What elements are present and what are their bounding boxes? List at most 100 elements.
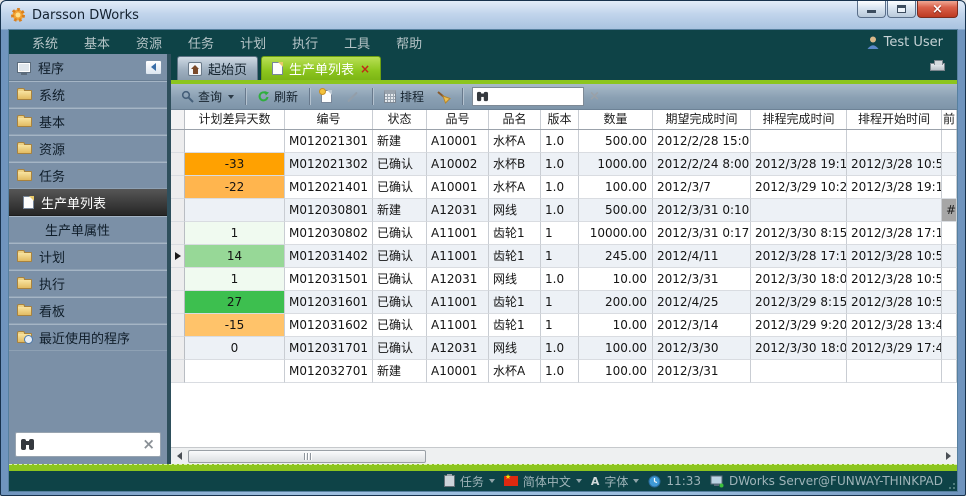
table-row[interactable]: 0M012031701已确认A12031网线1.0100.002012/3/30… xyxy=(171,337,957,360)
font-icon: A xyxy=(591,475,600,488)
table-row[interactable]: -33M012021302已确认A10002水杯B1.01000.002012/… xyxy=(171,153,957,176)
column-header[interactable]: 期望完成时间 xyxy=(653,110,751,129)
cell-status: 已确认 xyxy=(373,337,427,360)
cell-order_no: M012021401 xyxy=(285,176,373,199)
table-row[interactable]: 27M012031601已确认A11001齿轮11200.002012/4/25… xyxy=(171,291,957,314)
server-indicator: DWorks Server@FUNWAY-THINKPAD xyxy=(710,474,943,488)
table-row[interactable]: 1M012030802已确认A11001齿轮1110000.002012/3/3… xyxy=(171,222,957,245)
schedule-button[interactable]: 排程 xyxy=(380,86,428,107)
menu-item[interactable]: 帮助 xyxy=(383,33,435,52)
sidebar-item[interactable]: 最近使用的程序 xyxy=(9,324,167,351)
table-row[interactable]: M012032701新建A10001水杯A1.0100.002012/3/31 xyxy=(171,360,957,383)
sidebar-item[interactable]: 计划 xyxy=(9,243,167,270)
new-document-icon xyxy=(321,90,332,103)
clean-button[interactable] xyxy=(432,88,455,106)
sidebar-item[interactable]: 生产单属性 xyxy=(9,216,167,243)
sidebar-item[interactable]: 生产单列表 xyxy=(9,189,167,216)
sidebar-item[interactable]: 资源 xyxy=(9,135,167,162)
column-header[interactable]: 数量 xyxy=(579,110,653,129)
column-header[interactable]: 排程完成时间 xyxy=(751,110,847,129)
edit-button[interactable] xyxy=(340,94,365,100)
task-menu[interactable]: 任务 xyxy=(444,473,495,490)
sidebar-item[interactable]: 执行 xyxy=(9,270,167,297)
title-bar[interactable]: Darsson DWorks × xyxy=(1,1,965,30)
sidebar-item[interactable]: 任务 xyxy=(9,162,167,189)
selector-column-header[interactable] xyxy=(171,110,185,129)
column-header[interactable]: 状态 xyxy=(373,110,427,129)
toolbar-separator xyxy=(309,88,310,105)
language-menu[interactable]: 简体中文 xyxy=(504,473,582,490)
clear-icon[interactable]: × xyxy=(142,438,155,451)
refresh-button[interactable]: 刷新 xyxy=(253,86,302,107)
sidebar: 程序 系统基本资源任务生产单列表生产单属性计划执行看板最近使用的程序 × xyxy=(9,54,167,464)
task-icon xyxy=(444,475,455,487)
scrollbar-thumb[interactable] xyxy=(188,450,426,463)
column-header[interactable]: 前 xyxy=(942,110,957,129)
menu-item[interactable]: 资源 xyxy=(123,33,175,52)
minimize-button[interactable] xyxy=(857,1,886,18)
toolbar-search-box[interactable] xyxy=(472,87,584,106)
menu-item[interactable]: 任务 xyxy=(175,33,227,52)
tab-start-page[interactable]: 起始页 xyxy=(177,56,258,80)
table-row[interactable]: M012030801新建A12031网线1.0500.002012/3/31 0… xyxy=(171,199,957,222)
new-button[interactable] xyxy=(317,88,336,105)
cell-due_time: 2012/3/31 0:10 xyxy=(653,199,751,222)
cell-item_no: A12031 xyxy=(427,337,489,360)
sidebar-item[interactable]: 基本 xyxy=(9,108,167,135)
sidebar-item[interactable]: 看板 xyxy=(9,297,167,324)
column-header[interactable]: 品名 xyxy=(489,110,541,129)
resize-grip[interactable] xyxy=(947,481,955,489)
sidebar-item-label: 看板 xyxy=(39,301,65,320)
bottom-splitter[interactable] xyxy=(9,464,957,471)
column-header[interactable]: 品号 xyxy=(427,110,489,129)
table-row[interactable]: -22M012021401已确认A10001水杯A1.0100.002012/3… xyxy=(171,176,957,199)
printer-icon[interactable] xyxy=(930,63,945,71)
menu-item[interactable]: 基本 xyxy=(71,33,123,52)
broom-icon xyxy=(436,90,451,104)
row-selector-cell xyxy=(171,222,185,245)
cell-item_no: A10001 xyxy=(427,130,489,153)
scroll-right-button[interactable] xyxy=(940,448,957,464)
table-row[interactable]: M012021301新建A10001水杯A1.0500.002012/2/28 … xyxy=(171,130,957,153)
current-row-arrow-icon xyxy=(175,252,181,260)
user-indicator[interactable]: Test User xyxy=(867,35,947,50)
cell-version: 1.0 xyxy=(541,130,579,153)
close-button[interactable]: × xyxy=(917,1,958,18)
cell-version: 1 xyxy=(541,291,579,314)
scroll-left-button[interactable] xyxy=(171,448,188,464)
row-selector-cell xyxy=(171,291,185,314)
toolbar-search-input[interactable] xyxy=(489,91,580,103)
sidebar-item[interactable]: 系统 xyxy=(9,81,167,108)
menu-item[interactable]: 系统 xyxy=(19,33,71,52)
column-header[interactable]: 排程开始时间 xyxy=(847,110,942,129)
cell-order_no: M012030801 xyxy=(285,199,373,222)
cell-status: 已确认 xyxy=(373,176,427,199)
cell-sched_start: 2012/3/28 10:52 xyxy=(847,245,942,268)
clear-search-icon[interactable]: × xyxy=(589,90,600,103)
menu-item[interactable]: 计划 xyxy=(227,33,279,52)
table-row[interactable]: -15M012031602已确认A11001齿轮1110.002012/3/14… xyxy=(171,314,957,337)
cell-order_no: M012031402 xyxy=(285,245,373,268)
font-menu[interactable]: A 字体 xyxy=(591,473,640,490)
sidebar-collapse-button[interactable] xyxy=(145,60,162,75)
cell-version: 1.0 xyxy=(541,176,579,199)
tab-production-order-list[interactable]: 生产单列表 × xyxy=(261,56,381,80)
grid-header-row: 计划差异天数编号状态品号品名版本数量期望完成时间排程完成时间排程开始时间前 xyxy=(171,110,957,130)
menu-item[interactable]: 执行 xyxy=(279,33,331,52)
grid-body: M012021301新建A10001水杯A1.0500.002012/2/28 … xyxy=(171,130,957,383)
cell-status: 新建 xyxy=(373,130,427,153)
status-time: 11:33 xyxy=(666,474,701,488)
column-header[interactable]: 计划差异天数 xyxy=(185,110,285,129)
sidebar-search-input[interactable] xyxy=(34,438,142,452)
maximize-button[interactable] xyxy=(887,1,916,18)
cell-diff xyxy=(185,130,285,153)
sidebar-search-box[interactable]: × xyxy=(15,432,161,457)
menu-item[interactable]: 工具 xyxy=(331,33,383,52)
table-row[interactable]: 1M012031501已确认A12031网线1.010.002012/3/312… xyxy=(171,268,957,291)
query-button[interactable]: 查询 xyxy=(177,86,238,107)
tab-close-icon[interactable]: × xyxy=(360,63,370,75)
column-header[interactable]: 编号 xyxy=(285,110,373,129)
column-header[interactable]: 版本 xyxy=(541,110,579,129)
cell-diff xyxy=(185,360,285,383)
table-row[interactable]: 14M012031402已确认A11001齿轮11245.002012/4/11… xyxy=(171,245,957,268)
